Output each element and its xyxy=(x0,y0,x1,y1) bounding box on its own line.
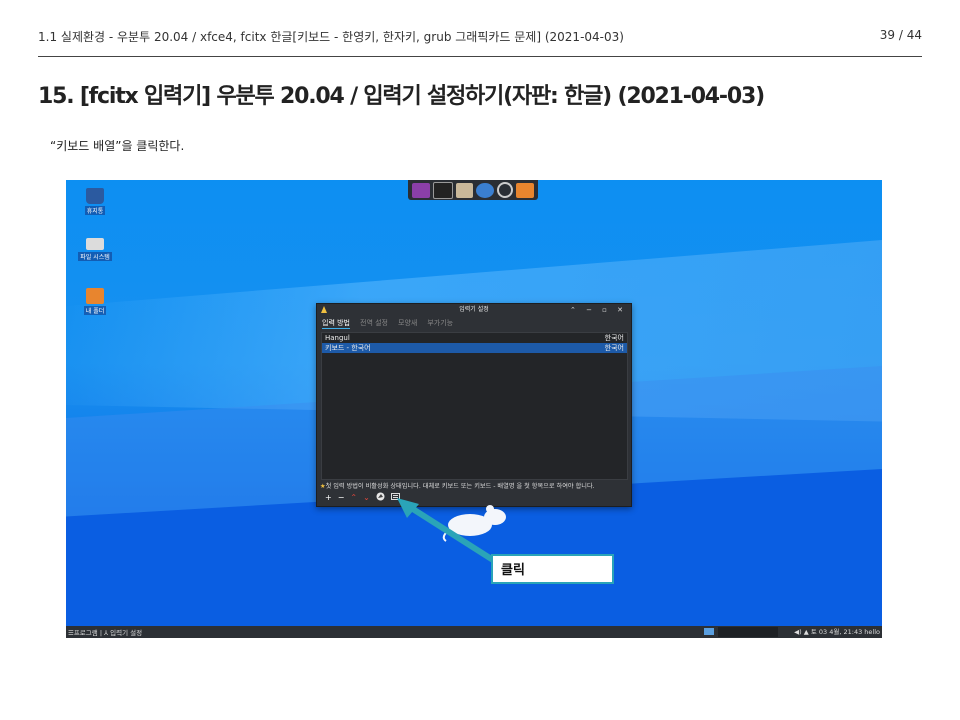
taskbar-apps[interactable]: ☰프로그램 | ⅄ 입력기 설정 xyxy=(66,627,142,637)
remove-button[interactable]: − xyxy=(338,493,345,502)
input-method-list: Hangul 한국어 키보드 - 한국어 한국어 xyxy=(321,332,628,480)
keyboard-layout-button[interactable] xyxy=(376,492,385,503)
fcitx-icon xyxy=(321,306,327,313)
list-item-name: 키보드 - 한국어 xyxy=(325,344,371,352)
move-down-button[interactable]: ⌄ xyxy=(363,493,370,502)
clock-text: 토 03 4월, 21:43 hello xyxy=(810,628,880,636)
list-item[interactable]: 키보드 - 한국어 한국어 xyxy=(322,343,627,353)
tab-input-method[interactable]: 입력 방법 xyxy=(322,318,350,329)
desktop-icon-filesystem[interactable]: 파일 시스템 xyxy=(70,238,120,261)
window-titlebar[interactable]: 입력기 설정 ⌃ − ▫ ✕ xyxy=(317,304,631,316)
trash-icon xyxy=(86,188,104,204)
page-number: 39 / 44 xyxy=(879,28,922,42)
header-breadcrumb: 1.1 실제환경 - 우분투 20.04 / xfce4, fcitx 한글[키… xyxy=(38,30,624,44)
drive-icon xyxy=(86,238,104,250)
keyboard-indicator-icon[interactable] xyxy=(704,628,714,635)
window-title: 입력기 설정 xyxy=(459,306,489,313)
desktop-icon-label: 내 폴더 xyxy=(83,306,107,315)
file-manager-icon[interactable] xyxy=(455,182,474,198)
window-controls[interactable]: ⌃ − ▫ ✕ xyxy=(570,304,627,316)
terminal-icon[interactable] xyxy=(432,181,453,199)
desktop-icon-trash[interactable]: 휴지통 xyxy=(70,188,120,215)
warning-message: ★첫 입력 방법이 비활성화 상태입니다. 대체로 키보드 또는 키보드 - 배… xyxy=(320,481,630,490)
tab-appearance[interactable]: 모양새 xyxy=(398,318,417,328)
folder-icon[interactable] xyxy=(516,182,535,198)
tab-addons[interactable]: 부가기능 xyxy=(427,318,453,328)
list-toolbar: + − ⌃ ⌄ xyxy=(325,492,400,503)
desktop-screenshot: 휴지통 파일 시스템 내 폴더 입력기 설정 ⌃ − ▫ ✕ 입력 방법 전역 … xyxy=(66,180,882,638)
header-divider xyxy=(38,56,922,57)
keyboard-layout-icon xyxy=(376,492,385,501)
system-tray xyxy=(718,627,778,637)
top-dock xyxy=(408,180,538,200)
notification-icon[interactable]: ▲ xyxy=(804,628,809,636)
tab-bar: 입력 방법 전역 설정 모양새 부가기능 xyxy=(317,316,631,330)
add-button[interactable]: + xyxy=(325,493,332,502)
click-callout: 클릭 xyxy=(491,554,614,584)
desktop-icon-label: 휴지통 xyxy=(84,206,106,215)
list-item-language: 한국어 xyxy=(604,334,624,342)
pointer-arrow xyxy=(397,498,496,563)
move-up-button[interactable]: ⌃ xyxy=(350,493,357,502)
tab-global-settings[interactable]: 전역 설정 xyxy=(360,318,388,328)
input-method-settings-window: 입력기 설정 ⌃ − ▫ ✕ 입력 방법 전역 설정 모양새 부가기능 Hang… xyxy=(316,303,632,507)
app-menu-icon[interactable] xyxy=(412,182,430,198)
taskbar-clock[interactable]: ◀) ▲ 토 03 4월, 21:43 hello xyxy=(794,626,880,638)
search-icon[interactable] xyxy=(497,182,514,198)
web-browser-icon[interactable] xyxy=(476,182,495,198)
desktop-icon-label: 파일 시스템 xyxy=(78,252,112,261)
instruction-text: “키보드 배열”을 클릭한다. xyxy=(50,139,185,153)
list-item-language: 한국어 xyxy=(604,344,624,352)
list-item-name: Hangul xyxy=(325,334,350,342)
volume-icon[interactable]: ◀) xyxy=(794,628,802,636)
desktop-icon-home[interactable]: 내 폴더 xyxy=(70,288,120,315)
warning-text: 첫 입력 방법이 비활성화 상태입니다. 대체로 키보드 또는 키보드 - 배열… xyxy=(325,483,595,490)
home-folder-icon xyxy=(86,288,104,304)
bottom-taskbar: ☰프로그램 | ⅄ 입력기 설정 ◀) ▲ 토 03 4월, 21:43 hel… xyxy=(66,626,882,638)
list-item[interactable]: Hangul 한국어 xyxy=(322,333,627,343)
page-title: 15. [fcitx 입력기] 우분투 20.04 / 입력기 설정하기(자판:… xyxy=(38,84,765,109)
